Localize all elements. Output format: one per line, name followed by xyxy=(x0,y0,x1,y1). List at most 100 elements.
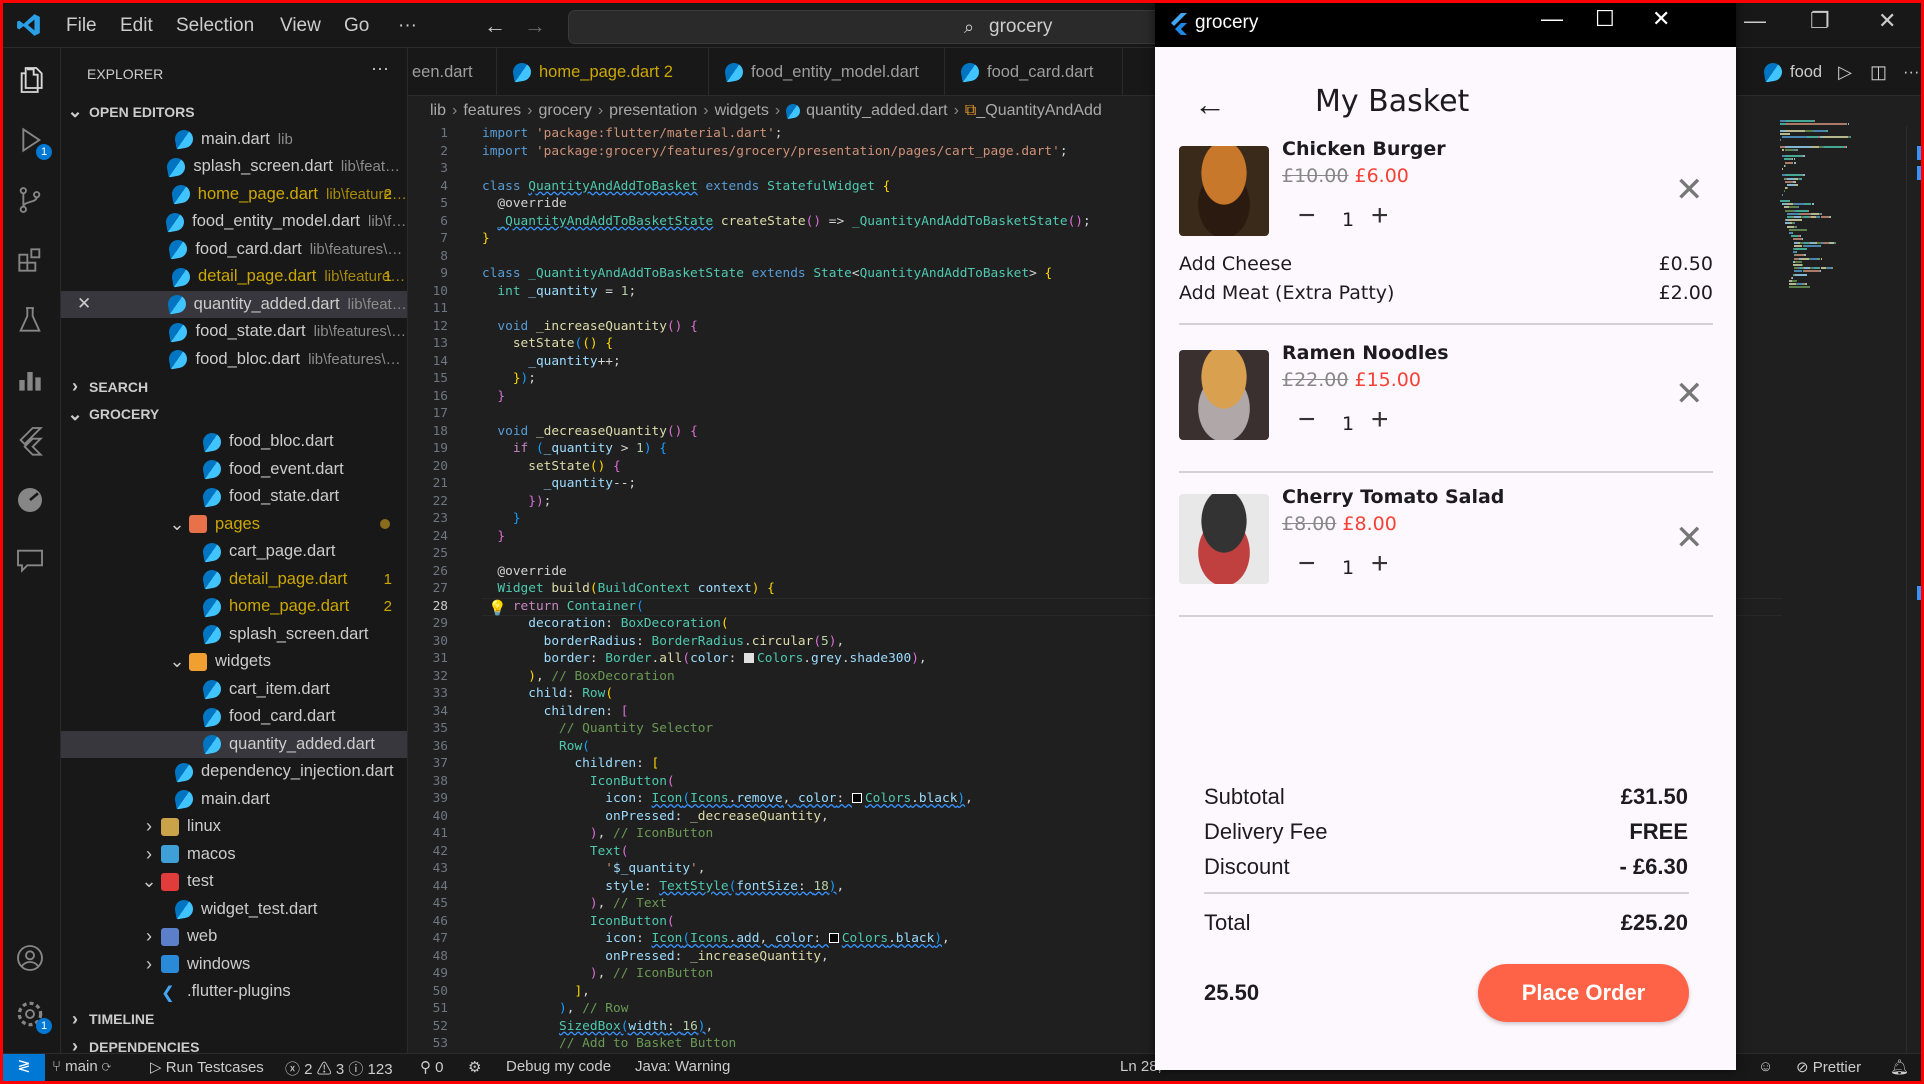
code-line[interactable]: void _increaseQuantity() { xyxy=(482,319,697,334)
code-line[interactable]: Widget build(BuildContext context) { xyxy=(482,581,774,596)
file-item[interactable]: dependency_injection.dart xyxy=(61,758,407,786)
section-header[interactable]: › TIMELINE xyxy=(61,1006,407,1034)
file-item[interactable]: food_entity_model.dart lib\features\... xyxy=(61,208,407,236)
tab-home-page[interactable]: home_page.dart 2 xyxy=(497,48,709,96)
tab-splash-screen[interactable]: een.dart xyxy=(408,48,497,96)
split-editor-icon[interactable]: ◫ xyxy=(1870,62,1887,83)
folder-item[interactable]: › windows xyxy=(61,951,407,979)
lightbulb-icon[interactable]: 💡 xyxy=(488,599,507,617)
editor-scrollbar[interactable] xyxy=(1906,126,1921,1053)
breadcrumb-item[interactable]: grocery xyxy=(538,102,591,120)
code-line[interactable]: setState(() { xyxy=(482,336,613,351)
menu-go[interactable]: Go xyxy=(344,0,369,48)
folder-item[interactable]: › linux xyxy=(61,813,407,841)
breadcrumb-item[interactable]: widgets xyxy=(715,102,769,120)
code-line[interactable]: onPressed: _increaseQuantity, xyxy=(482,949,828,964)
debug-my-code[interactable]: Debug my code xyxy=(506,1058,611,1075)
code-line[interactable]: }); xyxy=(482,371,536,386)
source-control-icon[interactable] xyxy=(14,184,48,218)
copilot-icon[interactable]: ☺ xyxy=(1758,1058,1773,1075)
code-line[interactable]: _quantity++; xyxy=(482,354,620,369)
code-line[interactable]: _quantity--; xyxy=(482,476,636,491)
code-line[interactable]: children: [ xyxy=(482,756,659,771)
testing-flask-icon[interactable] xyxy=(14,304,48,338)
run-debug-icon[interactable]: 1 xyxy=(14,124,52,160)
code-line[interactable]: } xyxy=(482,389,505,404)
code-line[interactable]: decoration: BoxDecoration( xyxy=(482,616,728,631)
explorer-icon[interactable] xyxy=(0,64,61,98)
section-header[interactable]: ⌄ OPEN EDITORS xyxy=(61,98,407,126)
file-item[interactable]: ❮ .flutter-plugins xyxy=(61,978,407,1006)
remove-item-icon[interactable]: ✕ xyxy=(1675,170,1704,210)
file-item[interactable]: widget_test.dart xyxy=(61,896,407,924)
folder-item[interactable]: › macos xyxy=(61,841,407,869)
code-line[interactable]: Text( xyxy=(482,844,629,859)
code-line[interactable]: _QuantityAndAddToBasketState createState… xyxy=(482,214,1090,229)
file-item[interactable]: food_card.dart xyxy=(61,703,407,731)
code-line[interactable]: class QuantityAndAddToBasket extends Sta… xyxy=(482,179,890,194)
folder-item[interactable]: ⌄ widgets xyxy=(61,648,407,676)
code-line[interactable]: int _quantity = 1; xyxy=(482,284,636,299)
code-line[interactable]: @override xyxy=(482,196,566,211)
chart-icon[interactable] xyxy=(14,364,48,398)
explorer-more-button[interactable]: ··· xyxy=(371,58,389,79)
code-line[interactable]: borderRadius: BorderRadius.circular(5), xyxy=(482,634,845,649)
app-minimize-icon[interactable]: — xyxy=(1541,6,1563,32)
code-line[interactable]: IconButton( xyxy=(482,914,675,929)
code-line[interactable]: @override xyxy=(482,564,566,579)
breadcrumb-item[interactable]: _QuantityAndAdd xyxy=(976,102,1101,120)
tab-food-card[interactable]: food_card.dart xyxy=(945,48,1123,96)
file-item[interactable]: detail_page.dart lib\features\gr...1 xyxy=(61,263,407,291)
java-status[interactable]: Java: Warning xyxy=(635,1058,730,1075)
folder-item[interactable]: ⌄ pages xyxy=(61,511,407,539)
branch-status[interactable]: ⑂ main ⟳ xyxy=(52,1058,111,1075)
flutter-icon[interactable] xyxy=(14,424,48,458)
code-line[interactable]: '$_quantity', xyxy=(482,861,705,876)
devtools-icon[interactable] xyxy=(14,484,48,518)
problems-status[interactable]: ⓧ 2 ⚠ 3 ⓘ 123 xyxy=(285,1058,393,1079)
back-arrow-icon[interactable]: ← xyxy=(1194,86,1226,123)
code-line[interactable]: } xyxy=(482,511,521,526)
back-arrow-icon[interactable]: ← xyxy=(484,0,506,48)
code-line[interactable]: child: Row( xyxy=(482,686,613,701)
code-line[interactable]: onPressed: _decreaseQuantity, xyxy=(482,809,828,824)
section-header[interactable]: ⌄ GROCERY xyxy=(61,401,407,429)
plus-icon[interactable]: + xyxy=(1371,547,1389,581)
tab-food-entity-model[interactable]: food_entity_model.dart xyxy=(709,48,945,96)
file-item[interactable]: quantity_added.dart lib\features\gro... ✕ xyxy=(61,290,407,318)
plus-icon[interactable]: + xyxy=(1371,403,1389,437)
breadcrumb-item[interactable]: quantity_added.dart xyxy=(806,102,947,120)
command-center-search[interactable]: ⌕ grocery xyxy=(568,10,1188,44)
code-line[interactable]: void _decreaseQuantity() { xyxy=(482,424,697,439)
minus-icon[interactable]: − xyxy=(1298,547,1316,581)
section-header[interactable]: › DEPENDENCIES xyxy=(61,1033,407,1053)
minus-icon[interactable]: − xyxy=(1298,199,1316,233)
code-line[interactable]: ), // Row xyxy=(482,1001,628,1016)
menu-more[interactable]: ··· xyxy=(398,0,417,48)
plus-icon[interactable]: + xyxy=(1371,199,1389,233)
app-maximize-icon[interactable]: ☐ xyxy=(1595,6,1615,32)
folder-item[interactable]: › web xyxy=(61,923,407,951)
file-item[interactable]: cart_item.dart xyxy=(61,676,407,704)
chat-icon[interactable] xyxy=(14,544,48,578)
menu-edit[interactable]: Edit xyxy=(120,0,153,48)
code-line[interactable]: class _QuantityAndAddToBasketState exten… xyxy=(482,266,1052,281)
file-item[interactable]: home_page.dart lib\features\gr...2 xyxy=(61,181,407,209)
run-icon[interactable]: ▷ xyxy=(1838,62,1852,83)
file-item[interactable]: food_card.dart lib\features\grocery\p... xyxy=(61,236,407,264)
minus-icon[interactable]: − xyxy=(1298,403,1316,437)
file-item[interactable]: splash_screen.dart xyxy=(61,621,407,649)
file-item[interactable]: food_bloc.dart lib\features\grocery\p... xyxy=(61,346,407,374)
menu-selection[interactable]: Selection xyxy=(176,0,254,48)
breadcrumb-item[interactable]: presentation xyxy=(609,102,697,120)
prettier-status[interactable]: ⊘ Prettier xyxy=(1796,1058,1861,1076)
ports-status[interactable]: ⚲ 0 xyxy=(420,1058,444,1076)
minimap[interactable] xyxy=(1780,120,1890,300)
file-item[interactable]: quantity_added.dart xyxy=(61,730,407,758)
extensions-icon[interactable] xyxy=(14,244,48,278)
notifications-bell-icon[interactable]: 🔔︎ xyxy=(1890,1058,1909,1076)
file-item[interactable]: detail_page.dart 1 xyxy=(61,566,407,594)
file-item[interactable]: home_page.dart 2 xyxy=(61,593,407,621)
file-item[interactable]: cart_page.dart xyxy=(61,538,407,566)
code-line[interactable]: Row( xyxy=(482,739,590,754)
